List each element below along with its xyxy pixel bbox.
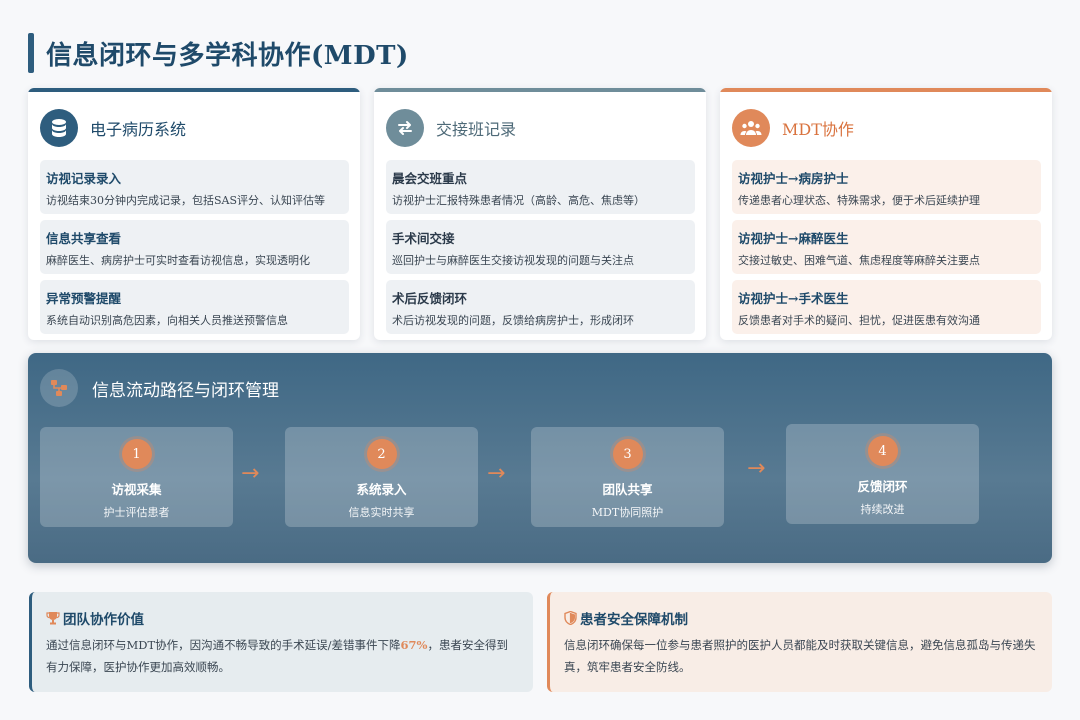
step-title: 访视采集 [111,482,162,497]
flow-step: 2 系统录入 信息实时共享 [285,427,478,527]
box-title: 患者安全保障机制 [580,612,688,628]
box-title: 团队协作价值 [63,612,144,628]
list-item: 信息共享查看 麻醉医生、病房护士可实时查看访视信息，实现透明化 [40,220,349,274]
item-desc: 巡回护士与麻醉医生交接访视发现的问题与关注点 [392,254,634,267]
card-header: 电子病历系统 [28,92,360,152]
flow-step: 4 反馈闭环 持续改进 [786,424,979,524]
page-title: 信息闭环与多学科协作(MDT) [46,40,409,71]
box-header: 患者安全保障机制 [564,608,1038,628]
exchange-icon [386,109,424,147]
list-item: 访视记录录入 访视结束30分钟内完成记录，包括SAS评分、认知评估等 [40,160,349,214]
flow-step: 1 访视采集 护士评估患者 [40,427,233,527]
item-desc: 系统自动识别高危因素，向相关人员推送预警信息 [46,314,288,327]
item-desc: 访视护士汇报特殊患者情况（高龄、高危、焦虑等） [392,194,645,207]
list-item: 术后反馈闭环 术后访视发现的问题，反馈给病房护士，形成闭环 [386,280,695,334]
highlight-percent: 67% [400,638,428,652]
card-handover-record: 交接班记录 晨会交班重点 访视护士汇报特殊患者情况（高龄、高危、焦虑等） 手术间… [374,88,706,340]
item-title: 访视护士→手术医生 [738,291,849,306]
item-title: 晨会交班重点 [392,171,468,186]
step-subtitle: 信息实时共享 [348,506,415,519]
item-title: 访视护士→麻醉医生 [738,231,849,246]
list-item: 手术间交接 巡回护士与麻醉医生交接访视发现的问题与关注点 [386,220,695,274]
step-subtitle: 持续改进 [860,503,905,516]
card-header: MDT协作 [720,92,1052,152]
step-number: 1 [121,439,152,469]
list-item: 晨会交班重点 访视护士汇报特殊患者情况（高龄、高危、焦虑等） [386,160,695,214]
card-header: 交接班记录 [374,92,706,152]
safety-mechanism-box: 患者安全保障机制 信息闭环确保每一位参与患者照护的医护人员都能及时获取关键信息，… [547,592,1052,692]
item-title: 异常预警提醒 [46,291,122,306]
list-item: 访视护士→麻醉医生 交接过敏史、困难气道、焦虑程度等麻醉关注要点 [732,220,1041,274]
arrow-right-icon: → [747,456,766,481]
card-mdt-collab: MDT协作 访视护士→病房护士 传递患者心理状态、特殊需求，便于术后延续护理 访… [720,88,1052,340]
step-title: 团队共享 [602,482,653,497]
database-icon [40,109,78,147]
team-value-box: 团队协作价值 通过信息闭环与MDT协作，因沟通不畅导致的手术延误/差错事件下降6… [29,592,533,692]
list-item: 访视护士→病房护士 传递患者心理状态、特殊需求，便于术后延续护理 [732,160,1041,214]
card-title: 电子病历系统 [90,120,187,139]
item-title: 手术间交接 [392,231,455,246]
box-header: 团队协作价值 [46,608,519,628]
arrow-right-icon: → [487,461,506,486]
card-title: 交接班记录 [436,120,517,139]
item-desc: 反馈患者对手术的疑问、担忧，促进医患有效沟通 [738,314,980,327]
item-title: 信息共享查看 [46,231,122,246]
step-title: 反馈闭环 [857,479,908,494]
box-text: 信息闭环确保每一位参与患者照护的医护人员都能及时获取关键信息，避免信息孤岛与传递… [564,638,1036,674]
flow-header: 信息流动路径与闭环管理 [40,369,279,407]
team-icon [732,109,770,147]
item-desc: 麻醉医生、病房护士可实时查看访视信息，实现透明化 [46,254,310,267]
title-accent-bar [28,33,34,73]
list-item: 访视护士→手术医生 反馈患者对手术的疑问、担忧，促进医患有效沟通 [732,280,1041,334]
text-part: 通过信息闭环与MDT协作，因沟通不畅导致的手术延误/差错事件下降 [46,638,401,652]
flow-step: 3 团队共享 MDT协同照护 [531,427,724,527]
card-title: MDT协作 [782,120,854,139]
item-desc: 访视结束30分钟内完成记录，包括SAS评分、认知评估等 [46,194,326,207]
box-text: 通过信息闭环与MDT协作，因沟通不畅导致的手术延误/差错事件下降67%，患者安全… [46,634,519,678]
step-number: 3 [612,439,643,469]
page-header: 信息闭环与多学科协作(MDT) [28,33,409,73]
step-number: 4 [867,436,898,466]
item-title: 访视护士→病房护士 [738,171,849,186]
item-desc: 传递患者心理状态、特殊需求，便于术后延续护理 [738,194,980,207]
item-desc: 交接过敏史、困难气道、焦虑程度等麻醉关注要点 [738,254,980,267]
flow-title: 信息流动路径与闭环管理 [92,380,279,401]
flow-panel: 信息流动路径与闭环管理 1 访视采集 护士评估患者 → 2 系统录入 信息实时共… [28,353,1052,563]
item-title: 术后反馈闭环 [392,291,468,306]
trophy-icon [46,611,60,625]
step-subtitle: MDT协同照护 [591,506,664,519]
step-title: 系统录入 [356,482,407,497]
arrow-right-icon: → [241,461,260,486]
item-desc: 术后访视发现的问题，反馈给病房护士，形成闭环 [392,314,634,327]
step-subtitle: 护士评估患者 [103,506,170,519]
step-number: 2 [366,439,397,469]
card-emr-system: 电子病历系统 访视记录录入 访视结束30分钟内完成记录，包括SAS评分、认知评估… [28,88,360,340]
list-item: 异常预警提醒 系统自动识别高危因素，向相关人员推送预警信息 [40,280,349,334]
sitemap-icon [40,369,78,407]
shield-icon [564,611,577,625]
item-title: 访视记录录入 [46,171,122,186]
